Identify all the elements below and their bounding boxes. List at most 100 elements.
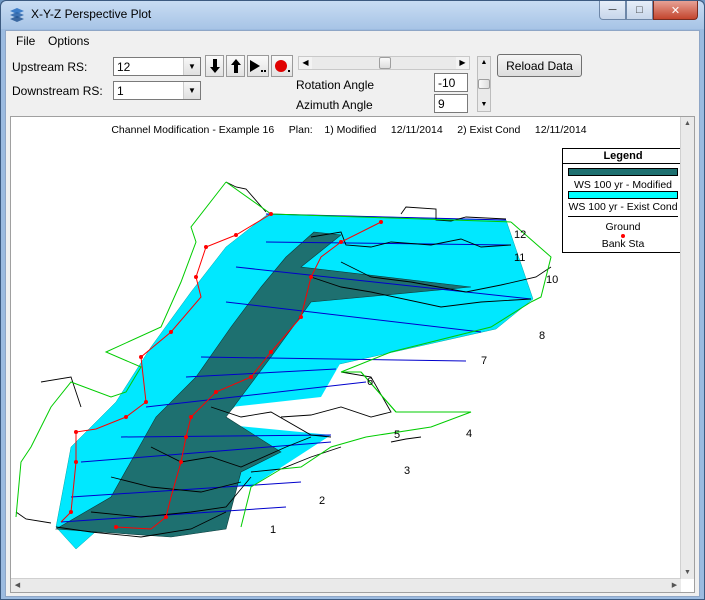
minimize-icon: ─ bbox=[608, 4, 617, 16]
toolbar: Upstream RS: 12 ▼ Downstream RS: 1 ▼ ◀ ▶… bbox=[6, 51, 699, 115]
bank-station-point-10 bbox=[69, 510, 73, 514]
scroll-down-icon[interactable]: ▼ bbox=[681, 566, 694, 579]
river-station-label: 3 bbox=[404, 465, 411, 477]
plot-legend: Legend WS 100 yr - Modified WS 100 yr - … bbox=[562, 148, 684, 253]
scroll-up-icon[interactable]: ▲ bbox=[681, 117, 694, 130]
bank-station-point-18 bbox=[189, 415, 193, 419]
record-icon bbox=[275, 60, 290, 72]
upstream-rs-label: Upstream RS: bbox=[12, 60, 88, 74]
bank-station-point-2 bbox=[204, 245, 208, 249]
rotation-angle-label: Rotation Angle bbox=[296, 78, 375, 92]
menu-options[interactable]: Options bbox=[48, 34, 89, 48]
menu-file[interactable]: File bbox=[16, 34, 35, 48]
plot-horizontal-scrollbar[interactable]: ◀ ▶ bbox=[11, 578, 681, 592]
rotation-angle-value: -10 bbox=[438, 76, 456, 90]
plot-vertical-scrollbar[interactable]: ▲ ▼ bbox=[680, 117, 694, 579]
chevron-down-icon[interactable]: ▼ bbox=[183, 82, 200, 99]
title-bar[interactable]: X-Y-Z Perspective Plot ─ □ ✕ bbox=[1, 1, 704, 29]
ground-profile-11 bbox=[15, 511, 52, 524]
legend-label-exist: WS 100 yr - Exist Cond bbox=[568, 201, 678, 213]
maximize-icon: □ bbox=[636, 4, 643, 16]
downstream-rs-label: Downstream RS: bbox=[12, 84, 103, 98]
plot-header: Channel Modification - Example 16 Plan: … bbox=[111, 124, 587, 136]
play-icon bbox=[250, 60, 266, 72]
bank-station-point-13 bbox=[309, 275, 313, 279]
rotation-scrollbar[interactable]: ◀ ▶ bbox=[298, 56, 470, 70]
record-button[interactable] bbox=[271, 55, 293, 77]
arrow-down-icon bbox=[209, 59, 220, 73]
azimuth-scroll-thumb[interactable] bbox=[478, 79, 490, 89]
scroll-right-icon[interactable]: ▶ bbox=[456, 57, 469, 69]
bank-station-point-9 bbox=[74, 460, 78, 464]
river-station-label: 2 bbox=[319, 495, 326, 507]
legend-title: Legend bbox=[563, 149, 683, 164]
upstream-rs-value: 12 bbox=[117, 60, 131, 74]
azimuth-angle-label: Azimuth Angle bbox=[296, 98, 373, 112]
bank-station-point-11 bbox=[379, 220, 383, 224]
bank-station-point-0 bbox=[269, 212, 273, 216]
azimuth-scrollbar[interactable]: ▲ ▼ bbox=[477, 56, 491, 112]
river-station-label: 10 bbox=[546, 274, 559, 286]
bank-station-point-16 bbox=[249, 375, 253, 379]
app-window: X-Y-Z Perspective Plot ─ □ ✕ File Option… bbox=[0, 0, 705, 600]
river-station-label: 12 bbox=[514, 229, 527, 241]
bank-station-point-15 bbox=[269, 350, 273, 354]
legend-swatch-exist bbox=[568, 191, 678, 199]
play-animation-button[interactable] bbox=[247, 55, 269, 77]
move-downstream-button[interactable] bbox=[205, 55, 224, 77]
bank-station-point-1 bbox=[234, 233, 238, 237]
river-station-label: 4 bbox=[466, 428, 473, 440]
bank-station-point-22 bbox=[114, 525, 118, 529]
downstream-rs-value: 1 bbox=[117, 84, 124, 98]
river-station-label: 11 bbox=[514, 252, 526, 264]
bank-station-point-4 bbox=[169, 330, 173, 334]
xyz-plot-area[interactable]: Channel Modification - Example 16 Plan: … bbox=[10, 116, 695, 593]
legend-swatch-modified bbox=[568, 168, 678, 176]
bank-station-point-5 bbox=[139, 355, 143, 359]
ground-profile-12 bbox=[40, 376, 82, 408]
bank-station-point-19 bbox=[184, 435, 188, 439]
river-station-label: 7 bbox=[481, 355, 488, 367]
scroll-right-icon[interactable]: ▶ bbox=[668, 579, 681, 592]
bank-station-point-8 bbox=[74, 430, 78, 434]
overbank-outline-4 bbox=[341, 371, 472, 438]
close-button[interactable]: ✕ bbox=[653, 1, 698, 20]
app-icon bbox=[10, 8, 24, 22]
scroll-up-icon[interactable]: ▲ bbox=[478, 57, 490, 69]
upstream-rs-select[interactable]: 12 ▼ bbox=[113, 57, 201, 76]
bank-station-point-6 bbox=[144, 400, 148, 404]
rotation-angle-field[interactable]: -10 bbox=[434, 73, 468, 92]
scroll-down-icon[interactable]: ▼ bbox=[478, 99, 490, 111]
azimuth-angle-value: 9 bbox=[438, 97, 445, 111]
downstream-rs-select[interactable]: 1 ▼ bbox=[113, 81, 201, 100]
river-station-label: 5 bbox=[394, 429, 401, 441]
arrow-up-icon bbox=[230, 59, 241, 73]
bank-station-point-21 bbox=[164, 515, 168, 519]
close-icon: ✕ bbox=[670, 4, 681, 17]
rotation-scroll-thumb[interactable] bbox=[379, 57, 391, 69]
scroll-left-icon[interactable]: ◀ bbox=[299, 57, 312, 69]
legend-swatch-ground bbox=[568, 216, 678, 217]
move-upstream-button[interactable] bbox=[226, 55, 245, 77]
bank-station-point-12 bbox=[339, 240, 343, 244]
river-station-label: 1 bbox=[270, 524, 277, 536]
reload-data-button[interactable]: Reload Data bbox=[497, 54, 582, 77]
azimuth-angle-field[interactable]: 9 bbox=[434, 94, 468, 113]
bank-station-point-7 bbox=[124, 415, 128, 419]
river-station-label: 8 bbox=[539, 330, 546, 342]
bank-station-point-17 bbox=[214, 390, 218, 394]
window-title: X-Y-Z Perspective Plot bbox=[31, 7, 152, 21]
bank-station-point-14 bbox=[299, 315, 303, 319]
scroll-left-icon[interactable]: ◀ bbox=[11, 579, 24, 592]
legend-label-modified: WS 100 yr - Modified bbox=[573, 179, 673, 191]
client-area: File Options Upstream RS: 12 ▼ Downstrea… bbox=[5, 30, 700, 597]
bank-station-point-3 bbox=[194, 275, 198, 279]
minimize-button[interactable]: ─ bbox=[599, 1, 626, 20]
legend-label-bank-sta: Bank Sta bbox=[601, 238, 645, 250]
legend-label-ground: Ground bbox=[605, 221, 641, 233]
chevron-down-icon[interactable]: ▼ bbox=[183, 58, 200, 75]
river-station-label: 6 bbox=[367, 376, 374, 388]
maximize-button[interactable]: □ bbox=[626, 1, 653, 20]
menu-bar: File Options bbox=[6, 31, 699, 51]
bank-station-point-20 bbox=[179, 460, 183, 464]
